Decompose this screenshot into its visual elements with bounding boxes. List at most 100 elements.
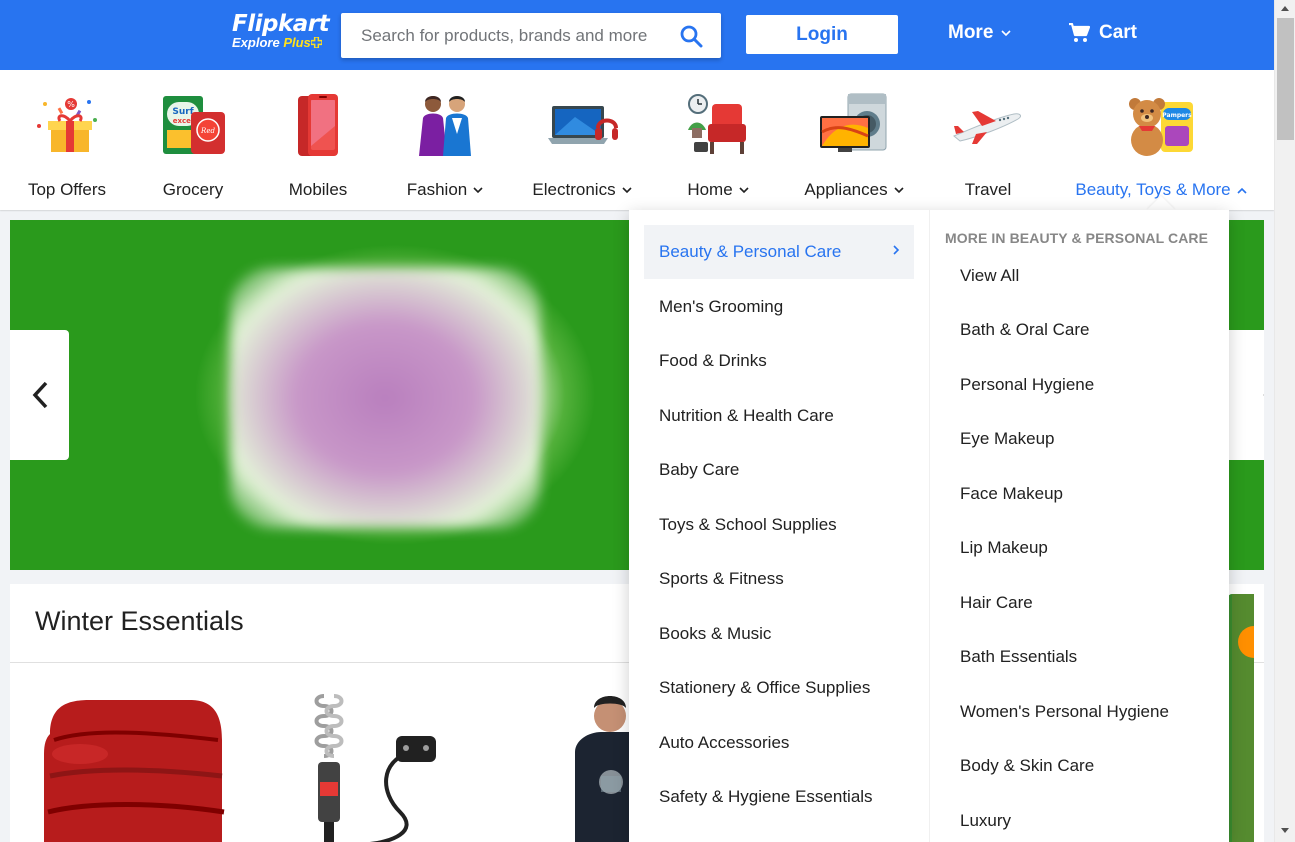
carousel-prev-button[interactable] [10, 330, 69, 460]
laptop-icon [548, 106, 618, 144]
dropdown-item-auto-accessories[interactable]: Auto Accessories [644, 716, 914, 770]
chevron-down-icon [1001, 29, 1011, 36]
armchair-icon [688, 94, 746, 154]
login-button[interactable]: Login [746, 15, 898, 54]
mobile-phone-icon [298, 94, 338, 156]
grocery-icon: Surf excel Red [163, 96, 225, 154]
chevron-down-icon [739, 186, 749, 193]
category-label: Top Offers [27, 180, 107, 199]
teddy-bear-icon: Pampers [1129, 98, 1193, 156]
subcategory-lip-makeup[interactable]: Lip Makeup [960, 538, 1048, 558]
category-label: Mobiles [288, 180, 348, 199]
dropdown-item-baby-care[interactable]: Baby Care [644, 443, 914, 497]
dropdown-secondary-list: MORE IN BEAUTY & PERSONAL CARE View All … [929, 210, 1229, 842]
dropdown-item-label: Sports & Fitness [659, 569, 784, 588]
dropdown-item-label: Food & Drinks [659, 351, 767, 370]
category-electronics[interactable]: Electronics [529, 70, 635, 210]
category-label: Fashion [407, 180, 483, 200]
flipkart-logo[interactable]: Flipkart Explore Plus [232, 10, 330, 50]
airplane-icon [953, 111, 1022, 144]
category-label-text: Appliances [804, 180, 888, 199]
fashion-icon [419, 96, 471, 156]
product-sweatshirt-image[interactable] [565, 692, 631, 842]
dropdown-item-food-drinks[interactable]: Food & Drinks [644, 334, 914, 388]
banner-image [230, 268, 540, 528]
category-label: Grocery [162, 180, 224, 199]
scroll-up-arrow-icon[interactable] [1281, 6, 1289, 11]
subcategory-luxury[interactable]: Luxury [960, 811, 1011, 831]
search-bar [341, 13, 721, 58]
page-scrollbar[interactable] [1274, 0, 1295, 842]
subcategory-body-skin-care[interactable]: Body & Skin Care [960, 756, 1094, 776]
tagline-text: Explore [232, 35, 280, 50]
category-label-text: Home [687, 180, 733, 199]
tagline-plus-text: Plus [283, 35, 311, 50]
dropdown-item-label: Toys & School Supplies [659, 515, 837, 534]
category-fashion[interactable]: Fashion [403, 70, 487, 210]
product-blanket-image[interactable] [40, 694, 226, 842]
cart-link[interactable]: Cart [1068, 22, 1137, 44]
chevron-left-icon [32, 381, 47, 409]
category-appliances[interactable]: Appliances [801, 70, 907, 210]
category-label-text: Beauty, Toys & More [1075, 180, 1231, 199]
dropdown-item-sports-fitness[interactable]: Sports & Fitness [644, 552, 914, 606]
scroll-down-arrow-icon[interactable] [1281, 828, 1289, 833]
chevron-right-icon [893, 245, 900, 255]
category-beauty-toys-more[interactable]: Pampers Beauty, Toys & More [1073, 70, 1249, 210]
subcategory-bath-essentials[interactable]: Bath Essentials [960, 647, 1077, 667]
dropdown-item-books-music[interactable]: Books & Music [644, 607, 914, 661]
chevron-right-icon [1263, 394, 1264, 396]
dropdown-item-label: Nutrition & Health Care [659, 406, 834, 425]
gift-icon: % [37, 98, 97, 152]
subcategory-womens-personal-hygiene[interactable]: Women's Personal Hygiene [960, 702, 1169, 722]
section-title: Winter Essentials [35, 606, 244, 636]
more-label: More [948, 22, 994, 43]
category-mobiles[interactable]: Mobiles [278, 70, 358, 210]
category-dropdown-menu: Beauty & Personal Care Men's Grooming Fo… [629, 210, 1229, 842]
dropdown-secondary-heading: MORE IN BEAUTY & PERSONAL CARE [945, 230, 1209, 246]
category-home[interactable]: Home [684, 70, 752, 210]
cart-icon [1069, 23, 1090, 42]
svg-text:Surf: Surf [172, 107, 193, 117]
category-label: Electronics [532, 180, 632, 200]
subcategory-personal-hygiene[interactable]: Personal Hygiene [960, 375, 1094, 395]
dropdown-item-safety-hygiene[interactable]: Safety & Hygiene Essentials [644, 770, 914, 824]
category-nav: % Top Offers Surf excel Red Grocery Mobi… [0, 70, 1274, 210]
svg-text:excel: excel [173, 117, 194, 125]
dropdown-item-stationery-office[interactable]: Stationery & Office Supplies [644, 661, 914, 715]
subcategory-hair-care[interactable]: Hair Care [960, 593, 1033, 613]
cart-label: Cart [1099, 22, 1138, 43]
dropdown-item-label: Baby Care [659, 460, 740, 479]
chevron-up-icon [1237, 187, 1247, 194]
search-input[interactable] [341, 13, 671, 58]
dropdown-item-label: Books & Music [659, 624, 772, 643]
top-header: Flipkart Explore Plus Login More Cart [0, 0, 1274, 70]
category-label-text: Fashion [406, 180, 468, 199]
subcategory-bath-oral-care[interactable]: Bath & Oral Care [960, 320, 1089, 340]
svg-text:Red: Red [200, 127, 215, 135]
plus-icon [310, 36, 323, 49]
dropdown-item-label: Men's Grooming [659, 297, 784, 316]
scrollbar-thumb[interactable] [1277, 18, 1294, 140]
dropdown-item-mens-grooming[interactable]: Men's Grooming [644, 280, 914, 334]
dropdown-item-label: Beauty & Personal Care [659, 242, 842, 261]
chevron-down-icon [621, 186, 632, 193]
subcategory-face-makeup[interactable]: Face Makeup [960, 484, 1063, 504]
category-grocery[interactable]: Surf excel Red Grocery [153, 70, 233, 210]
dropdown-primary-list: Beauty & Personal Care Men's Grooming Fo… [629, 210, 929, 842]
svg-text:%: % [67, 100, 75, 109]
brand-name: Flipkart [232, 11, 330, 37]
product-immersion-rod-image[interactable] [300, 692, 450, 842]
subcategory-view-all[interactable]: View All [960, 266, 1019, 286]
side-banner[interactable] [1228, 594, 1254, 842]
category-top-offers[interactable]: % Top Offers [27, 70, 107, 210]
category-travel[interactable]: Travel [952, 70, 1024, 210]
dropdown-item-beauty-personal-care[interactable]: Beauty & Personal Care [644, 225, 914, 279]
dropdown-item-label: Stationery & Office Supplies [659, 678, 871, 697]
dropdown-item-nutrition-health-care[interactable]: Nutrition & Health Care [644, 389, 914, 443]
category-label: Travel [964, 180, 1012, 199]
more-menu[interactable]: More [948, 22, 1011, 44]
dropdown-item-toys-school-supplies[interactable]: Toys & School Supplies [644, 498, 914, 552]
search-icon[interactable] [679, 24, 703, 48]
subcategory-eye-makeup[interactable]: Eye Makeup [960, 429, 1055, 449]
